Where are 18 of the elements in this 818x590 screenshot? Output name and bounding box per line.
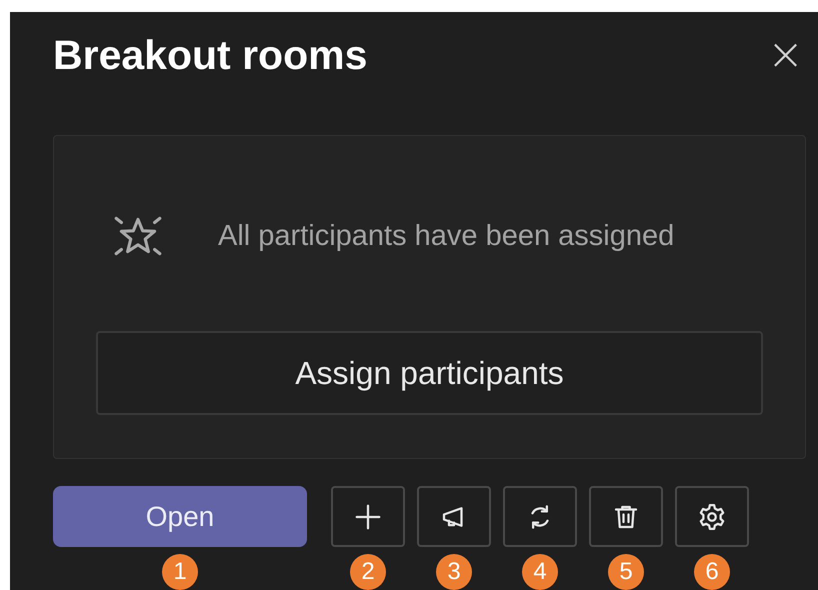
add-button[interactable] [331, 486, 405, 547]
callout-number: 2 [350, 554, 386, 590]
recreate-button[interactable] [503, 486, 577, 547]
announce-button[interactable] [417, 486, 491, 547]
callout-number: 1 [162, 554, 198, 590]
plus-icon [353, 502, 383, 532]
settings-button[interactable] [675, 486, 749, 547]
open-button[interactable]: Open [53, 486, 307, 547]
status-message: All participants have been assigned [218, 218, 674, 254]
callout-number: 4 [522, 554, 558, 590]
callout-number: 5 [608, 554, 644, 590]
callout-number: 6 [694, 554, 730, 590]
assign-participants-button[interactable]: Assign participants [96, 331, 763, 415]
callout-number: 3 [436, 554, 472, 590]
panel-title: Breakout rooms [53, 30, 368, 79]
delete-button[interactable] [589, 486, 663, 547]
settings-icon [697, 502, 727, 532]
close-button[interactable]: × [765, 34, 806, 75]
